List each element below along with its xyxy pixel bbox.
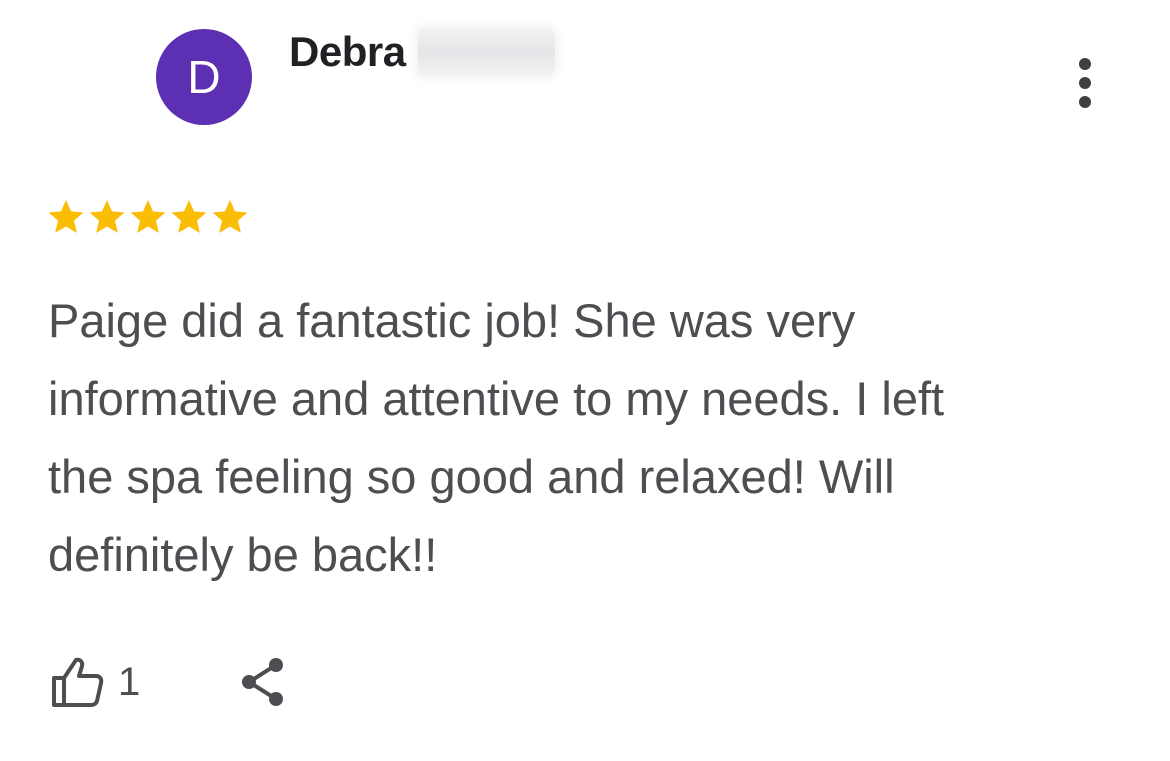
avatar[interactable]: D — [156, 29, 252, 125]
review-actions: 1 — [50, 650, 288, 714]
redacted-surname — [417, 29, 555, 75]
reviewer-name[interactable]: Debra — [289, 28, 406, 76]
star-icon — [89, 200, 125, 233]
star-icon — [130, 200, 166, 233]
more-options-button[interactable] — [1062, 52, 1108, 114]
star-icon — [171, 200, 207, 233]
more-vert-icon-dot — [1079, 77, 1091, 89]
more-vert-icon — [1079, 58, 1091, 70]
like-count: 1 — [118, 659, 141, 704]
star-icon — [48, 200, 84, 233]
more-vert-icon-dot — [1079, 96, 1091, 108]
thumb-up-icon — [52, 657, 104, 707]
share-button[interactable] — [238, 655, 288, 709]
star-rating — [46, 197, 250, 237]
share-icon — [242, 658, 284, 706]
star-icon — [212, 200, 248, 233]
like-button[interactable]: 1 — [50, 656, 140, 708]
reviewer-name-row: Debra — [289, 27, 555, 77]
review-text: Paige did a fantastic job! She was very … — [48, 294, 945, 581]
